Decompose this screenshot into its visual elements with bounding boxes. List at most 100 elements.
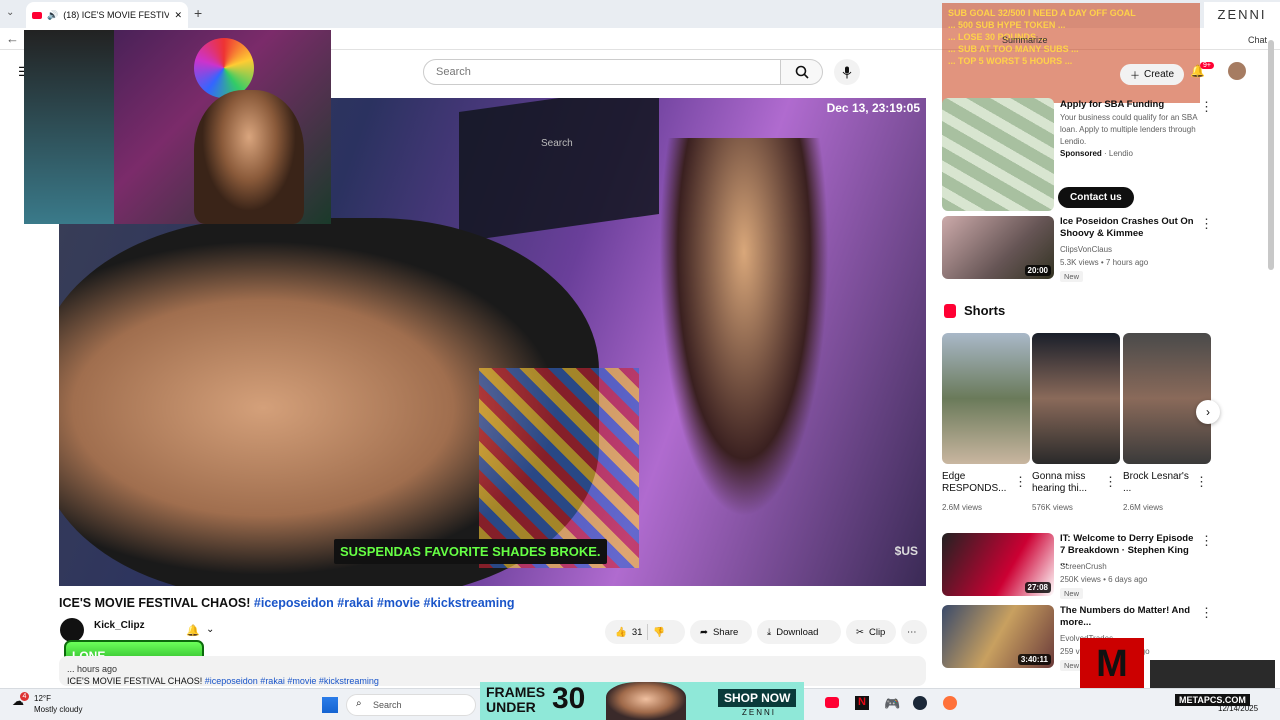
- ad-sponsor-line: Sponsored · Lendio: [1060, 149, 1133, 158]
- hashtag-link[interactable]: #kickstreaming: [424, 596, 515, 610]
- card-boxes: [479, 368, 639, 568]
- summarize-button[interactable]: Summarize: [1002, 35, 1048, 45]
- download-label: Download: [776, 626, 819, 638]
- screen-search-text: Search: [541, 138, 573, 149]
- weather-temp: 12°F: [34, 694, 51, 703]
- related-meta: 5.3K views • 7 hours ago: [1060, 258, 1149, 267]
- ad-headline: FRAMES UNDER: [486, 685, 545, 715]
- short-thumbnail[interactable]: [942, 333, 1030, 464]
- weather-desc: Mostly cloudy: [34, 705, 83, 714]
- goal-line: ... SUB AT TOO MANY SUBS ...: [948, 44, 1079, 54]
- corner-logo: M: [1080, 638, 1144, 690]
- clip-label: Clip: [868, 626, 886, 638]
- hashtag-link[interactable]: #rakai: [337, 596, 373, 610]
- short-title[interactable]: Gonna miss hearing thi...: [1032, 471, 1102, 495]
- related-menu-icon[interactable]: ⋮: [1200, 216, 1213, 232]
- back-arrow-icon[interactable]: ←: [6, 31, 19, 46]
- webcam-overlay: [24, 30, 331, 224]
- related-thumbnail[interactable]: 3:40:11: [942, 605, 1054, 668]
- ad-model-image: [606, 682, 686, 720]
- related-thumbnail[interactable]: 20:00: [942, 216, 1054, 279]
- short-menu-icon[interactable]: ⋮: [1014, 474, 1027, 490]
- clip-button[interactable]: ✂ Clip: [846, 620, 896, 644]
- shorts-icon: [944, 304, 956, 318]
- short-title[interactable]: Edge RESPONDS...: [942, 471, 1012, 495]
- scrollbar-thumb[interactable]: [1268, 40, 1274, 270]
- thumbs-up-icon: 👍: [615, 626, 627, 638]
- youtube-app-icon[interactable]: [825, 697, 839, 708]
- video-title-text: ICE'S MOVIE FESTIVAL CHAOS!: [59, 596, 251, 610]
- goal-line: SUB GOAL 32/500 I NEED A DAY OFF GOAL: [948, 8, 1136, 18]
- short-title[interactable]: Brock Lesnar's ...: [1123, 471, 1193, 495]
- steam-app-icon[interactable]: [913, 696, 927, 710]
- notification-badge: 4: [20, 692, 29, 701]
- scissors-icon: ✂: [856, 626, 864, 638]
- related-channel[interactable]: ClipsVonClaus: [1060, 244, 1112, 256]
- corner-brand-label: METAPCS.COM: [1175, 694, 1250, 706]
- stream-goal-overlay: SUB GOAL 32/500 I NEED A DAY OFF GOAL ..…: [942, 3, 1200, 103]
- search-button[interactable]: [781, 59, 823, 85]
- short-menu-icon[interactable]: ⋮: [1195, 474, 1208, 490]
- chevron-down-icon[interactable]: ⌄: [206, 624, 214, 635]
- like-button[interactable]: 👍 31: [615, 627, 642, 638]
- related-menu-icon[interactable]: ⋮: [1200, 533, 1213, 549]
- channel-name[interactable]: Kick_Clipz: [94, 620, 145, 631]
- sponsored-label: Sponsored: [1060, 149, 1102, 158]
- like-count: 31: [631, 626, 643, 638]
- chat-button[interactable]: Chat: [1248, 35, 1267, 45]
- streamer-silhouette: [194, 90, 304, 224]
- duration-badge: 27:08: [1024, 582, 1051, 593]
- channel-avatar[interactable]: [60, 618, 84, 642]
- create-button[interactable]: ＋ Create: [1120, 64, 1185, 85]
- netflix-app-icon[interactable]: N: [855, 696, 869, 710]
- related-channel[interactable]: ScreenCrush: [1060, 561, 1107, 573]
- search-input[interactable]: Search: [423, 59, 781, 85]
- new-badge: New: [1060, 271, 1084, 282]
- firefox-app-icon[interactable]: [943, 696, 957, 710]
- windows-start-icon[interactable]: [322, 697, 338, 713]
- more-actions-button[interactable]: ⋯: [901, 620, 927, 644]
- account-avatar[interactable]: [1228, 62, 1246, 80]
- tab-title: (18) ICE'S MOVIE FESTIVAL CH...: [63, 10, 170, 20]
- divider: [647, 624, 649, 640]
- advertiser-name: Lendio: [1108, 149, 1133, 158]
- related-menu-icon[interactable]: ⋮: [1200, 605, 1213, 621]
- game-app-icon[interactable]: 🎮: [884, 696, 900, 712]
- short-thumbnail[interactable]: [1032, 333, 1120, 464]
- download-button[interactable]: ⤓ Download: [757, 620, 841, 644]
- share-label: Share: [712, 626, 739, 638]
- thumbs-down-icon[interactable]: 👎: [653, 627, 665, 638]
- browser-tab[interactable]: 🔊 (18) ICE'S MOVIE FESTIVAL CH... ✕: [26, 2, 188, 28]
- ad-title[interactable]: Apply for SBA Funding: [1060, 99, 1200, 111]
- voice-search-button[interactable]: [834, 59, 860, 85]
- shorts-next-button[interactable]: ›: [1196, 400, 1220, 424]
- ad-menu-icon[interactable]: ⋮: [1200, 99, 1213, 115]
- taskbar-search[interactable]: Search: [346, 694, 476, 716]
- duration-badge: 20:00: [1024, 265, 1051, 276]
- related-title[interactable]: Ice Poseidon Crashes Out On Shoovy & Kim…: [1060, 216, 1195, 240]
- like-dislike-group: 👍 31 👎: [605, 620, 685, 644]
- description-tags[interactable]: #iceposeidon #rakai #movie #kickstreamin…: [205, 676, 379, 686]
- ad-shop-button[interactable]: SHOP NOW: [718, 689, 797, 707]
- prize-wheel: [194, 38, 254, 98]
- description-text: ICE'S MOVIE FESTIVAL CHAOS!: [67, 676, 203, 686]
- related-title[interactable]: The Numbers do Matter! And more...: [1060, 605, 1195, 629]
- contact-us-button[interactable]: Contact us: [1058, 187, 1134, 208]
- ad-thumbnail[interactable]: [942, 98, 1054, 211]
- short-views: 576K views: [1032, 503, 1073, 512]
- ad-banner[interactable]: FRAMES UNDER 30 SHOP NOW ZENNI: [480, 682, 804, 720]
- share-button[interactable]: ➦ Share: [690, 620, 752, 644]
- microphone-icon: [842, 66, 852, 78]
- hashtag-link[interactable]: #movie: [377, 596, 420, 610]
- tab-close-icon[interactable]: ✕: [174, 10, 182, 21]
- short-thumbnail[interactable]: [1123, 333, 1211, 464]
- new-tab-button[interactable]: +: [194, 5, 202, 21]
- related-thumbnail[interactable]: 27:08: [942, 533, 1054, 596]
- hashtag-link[interactable]: #iceposeidon: [254, 596, 334, 610]
- speaker-icon[interactable]: 🔊: [47, 10, 58, 21]
- tab-list-chevron-icon[interactable]: ⌄: [6, 7, 14, 18]
- bell-icon[interactable]: 🔔: [186, 624, 200, 637]
- short-views: 2.6M views: [942, 503, 983, 512]
- short-menu-icon[interactable]: ⋮: [1104, 474, 1117, 490]
- ad-price: 30: [552, 682, 586, 715]
